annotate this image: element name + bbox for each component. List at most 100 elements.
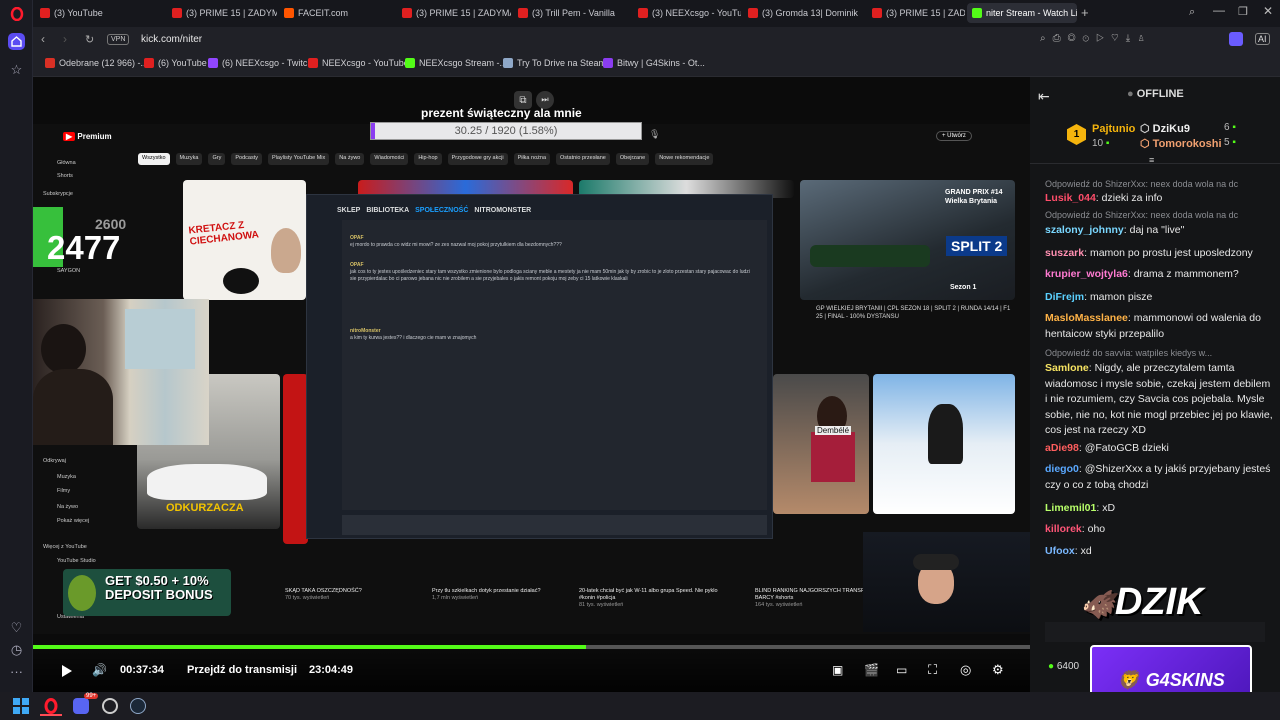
chat-message: DiFrejm: mamon pisze bbox=[1045, 291, 1153, 303]
windows-start-icon[interactable] bbox=[13, 698, 29, 714]
more-icon[interactable]: ··· bbox=[8, 663, 25, 680]
tab-favicon-icon bbox=[638, 8, 648, 18]
bookmark-item[interactable]: NEEXcsgo Stream -... bbox=[405, 58, 507, 68]
steam-chat-author: nitroMonster bbox=[350, 328, 381, 334]
browser-tab[interactable]: (3) Trill Pem - Vanilla bbox=[513, 3, 631, 23]
discord-icon[interactable] bbox=[73, 698, 89, 714]
url-field[interactable]: kick.com/niter bbox=[141, 34, 202, 45]
chat-username[interactable]: suszark bbox=[1045, 247, 1084, 259]
chat-username[interactable]: Ufoox bbox=[1045, 545, 1075, 557]
maximize-button[interactable]: ❐ bbox=[1238, 5, 1248, 18]
chat-username[interactable]: MasloMasslanee bbox=[1045, 312, 1128, 324]
reload-icon[interactable]: ↻ bbox=[85, 33, 94, 46]
volume-icon[interactable]: 🔊 bbox=[92, 663, 107, 677]
bookmark-item[interactable]: Bitwy | G4Skins - Ot... bbox=[603, 58, 705, 68]
yt-chip: Muzyka bbox=[175, 153, 203, 165]
gift-leaderboard: 1 Pajtunio 10 ▪ ⬡ DziKu9 6 ▪ ⬡ Tomorokos… bbox=[1030, 114, 1280, 165]
play-button[interactable] bbox=[61, 664, 73, 678]
bookmark-item[interactable]: Odebrane (12 966) -... bbox=[45, 58, 148, 68]
browser-tab[interactable]: FACEIT.com bbox=[279, 3, 395, 23]
chat-username[interactable]: Limemil01 bbox=[1045, 502, 1096, 514]
bookmark-item[interactable]: NEEXcsgo - YouTube bbox=[308, 58, 409, 68]
chat-panel: ⇤ ● OFFLINE 1 Pajtunio 10 ▪ ⬡ DziKu9 6 ▪… bbox=[1030, 77, 1280, 692]
chat-username[interactable]: krupier_wojtyla6 bbox=[1045, 268, 1128, 280]
chat-reply-context[interactable]: Odpowiedź do savvia: watpiles kiedys w..… bbox=[1045, 348, 1273, 358]
overlay-title: prezent świąteczny ala mnie bbox=[421, 106, 582, 120]
chat-message: diego0: @ShizerXxx a ty jakiś przyjebany… bbox=[1045, 463, 1271, 491]
steam-menu-item: BIBLIOTEKA bbox=[366, 207, 410, 214]
browser-tab[interactable]: (3) NEEXcsgo - YouTube bbox=[633, 3, 741, 23]
star-icon[interactable]: ☆ bbox=[8, 61, 25, 78]
steam-taskbar-icon[interactable] bbox=[130, 698, 146, 714]
tab-favicon-icon bbox=[972, 8, 982, 18]
browser-tab[interactable]: (3) PRIME 15 | ZADYMA bbox=[397, 3, 511, 23]
browser-tab[interactable]: (3) YouTube bbox=[35, 3, 165, 23]
chat-username[interactable]: DiFrejm bbox=[1045, 291, 1084, 303]
opera-logo-icon[interactable] bbox=[8, 5, 25, 22]
clip-icon[interactable]: 🎬 bbox=[864, 663, 879, 677]
forward-icon[interactable]: › bbox=[63, 32, 67, 46]
chat-text: @FatoGCB dzieki bbox=[1084, 442, 1169, 454]
bookmark-item[interactable]: Try To Drive na Steam bbox=[503, 58, 606, 68]
chat-text: drama z mammonem? bbox=[1133, 268, 1239, 280]
chat-text: oho bbox=[1087, 523, 1106, 535]
opera-taskbar-icon[interactable] bbox=[40, 696, 62, 716]
jump-live-button[interactable]: Przejdź do transmisji bbox=[187, 664, 297, 676]
tab-label: (3) Gromda 13| Dominik bbox=[762, 8, 858, 18]
chat-username[interactable]: Lusik_044 bbox=[1045, 192, 1096, 204]
chat-username[interactable]: aDie98 bbox=[1045, 442, 1079, 454]
browser-tab[interactable]: (3) PRIME 15 | ZADYMA bbox=[867, 3, 965, 23]
chat-username[interactable]: szalony_johnny bbox=[1045, 224, 1124, 236]
browser-tab[interactable]: (3) Gromda 13| Dominik bbox=[743, 3, 865, 23]
chat-username[interactable]: diego0 bbox=[1045, 463, 1079, 475]
taskbar: 99+ bbox=[0, 692, 1280, 720]
heart-icon[interactable]: ♡ bbox=[8, 619, 25, 636]
chat-username[interactable]: Samlone bbox=[1045, 362, 1089, 374]
yt-chip: Hip-hop bbox=[414, 153, 442, 165]
miniplayer-icon[interactable]: ▣ bbox=[832, 663, 843, 677]
yt-video-caption: Przy tlu szkielkach dotyk przestanie dzi… bbox=[432, 588, 572, 602]
seek-bar[interactable] bbox=[33, 645, 1030, 649]
home-icon[interactable] bbox=[8, 33, 25, 50]
chat-message: suszark: mamon po prostu jest uposledzon… bbox=[1045, 247, 1253, 259]
ai-button[interactable]: AI bbox=[1255, 33, 1270, 45]
close-window-button[interactable]: ✕ bbox=[1263, 4, 1273, 18]
browser-sidebar: ☆ ♡ ◷ ··· bbox=[0, 0, 33, 692]
leader-2[interactable]: ⬡ DziKu9 bbox=[1140, 122, 1190, 135]
new-tab-button[interactable]: + bbox=[1081, 5, 1089, 20]
leader-1-name[interactable]: Pajtunio bbox=[1092, 123, 1135, 135]
minimize-button[interactable]: — bbox=[1213, 3, 1225, 17]
yt-sidebar-item: Główna bbox=[57, 160, 76, 166]
chat-reply-context[interactable]: Odpowiedź do ShizerXxx: neex doda wola n… bbox=[1045, 210, 1273, 220]
theater-icon[interactable]: ▭ bbox=[896, 663, 907, 677]
caption-meta: 1,7 mln wyświetleń bbox=[432, 595, 479, 601]
mic-icon: 🎙 bbox=[649, 129, 661, 139]
chat-text: dzieki za info bbox=[1101, 192, 1163, 204]
vpn-badge[interactable]: VPN bbox=[107, 34, 130, 45]
chat-username[interactable]: killorek bbox=[1045, 523, 1082, 535]
expand-leaderboard-icon[interactable]: ≡ bbox=[1149, 155, 1154, 165]
bookmark-item[interactable]: (6) NEEXcsgo - Twitch bbox=[208, 58, 312, 68]
yt-sidebar-item: Więcej z YouTube bbox=[43, 544, 87, 550]
yt-chip: Przygodowe gry akcji bbox=[447, 153, 508, 165]
current-time: 00:37:34 bbox=[120, 664, 165, 676]
address-actions[interactable]: ⌕⎙◎⊙▷♡⤓♙ bbox=[1040, 33, 1152, 44]
settings-gear-icon[interactable]: ⚙ bbox=[992, 662, 1004, 678]
extension-icon[interactable] bbox=[1229, 32, 1243, 46]
collapse-chat-icon[interactable]: ⇤ bbox=[1038, 88, 1050, 105]
browser-tab[interactable]: niter Stream - Watch Live bbox=[967, 3, 1077, 23]
browser-tab[interactable]: (3) PRIME 15 | ZADYMA bbox=[167, 3, 277, 23]
leader-3[interactable]: ⬡ Tomorokoshi bbox=[1140, 137, 1222, 150]
speed-icon[interactable]: ◎ bbox=[960, 662, 971, 678]
next-icon[interactable]: ⏭ bbox=[536, 91, 554, 109]
app-icon[interactable] bbox=[102, 698, 118, 714]
fullscreen-icon[interactable]: ⛶ bbox=[928, 662, 937, 678]
pip-icon[interactable]: ⧉ bbox=[514, 91, 532, 109]
history-icon[interactable]: ◷ bbox=[8, 641, 25, 658]
chat-reply-context[interactable]: Odpowiedź do ShizerXxx: neex doda wola n… bbox=[1045, 179, 1273, 189]
back-icon[interactable]: ‹ bbox=[41, 32, 45, 46]
bookmark-item[interactable]: (6) YouTube bbox=[144, 58, 207, 68]
stream-video[interactable]: ▶ Premium + Utwórz Wszystko Muzyka Gry Podc… bbox=[33, 77, 1030, 692]
bookmark-icon bbox=[503, 58, 513, 68]
search-tabs-icon[interactable]: ⌕ bbox=[1189, 6, 1195, 19]
